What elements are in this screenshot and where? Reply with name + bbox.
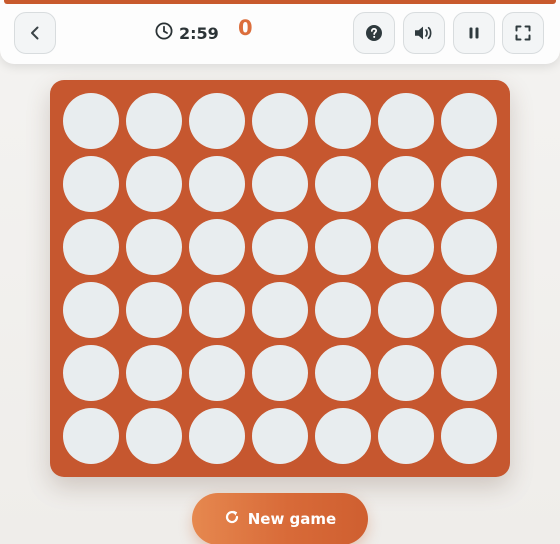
board-cell[interactable]	[441, 219, 497, 275]
restart-icon	[224, 509, 240, 529]
board-cell[interactable]	[441, 282, 497, 338]
board-cell[interactable]	[378, 156, 434, 212]
board-cell[interactable]	[252, 408, 308, 464]
back-button[interactable]	[14, 12, 56, 54]
new-game-button[interactable]: New game	[192, 493, 368, 544]
board-cell[interactable]	[315, 156, 371, 212]
board-cell[interactable]	[378, 219, 434, 275]
pause-button[interactable]	[453, 12, 495, 54]
board-cell[interactable]	[126, 156, 182, 212]
board-cell[interactable]	[63, 282, 119, 338]
board-cell[interactable]	[189, 408, 245, 464]
speaker-icon	[413, 24, 435, 42]
board-cell[interactable]	[189, 93, 245, 149]
board-cell[interactable]	[441, 408, 497, 464]
board-cell[interactable]	[63, 156, 119, 212]
board-cell[interactable]	[315, 345, 371, 401]
question-icon	[365, 24, 383, 42]
board-cell[interactable]	[189, 156, 245, 212]
board-cell[interactable]	[252, 345, 308, 401]
board-cell[interactable]	[315, 282, 371, 338]
board-cell[interactable]	[378, 282, 434, 338]
pause-icon	[467, 26, 481, 40]
board-cell[interactable]	[252, 219, 308, 275]
board-cell[interactable]	[441, 156, 497, 212]
board-cell[interactable]	[126, 282, 182, 338]
board-cell[interactable]	[378, 345, 434, 401]
sound-button[interactable]	[403, 12, 445, 54]
fullscreen-button[interactable]	[502, 12, 544, 54]
board-cell[interactable]	[126, 408, 182, 464]
new-game-label: New game	[247, 510, 337, 528]
board-cell[interactable]	[252, 93, 308, 149]
board-cell[interactable]	[126, 345, 182, 401]
progress-accent-bar	[4, 0, 556, 4]
board-cell[interactable]	[378, 93, 434, 149]
board-cell[interactable]	[441, 93, 497, 149]
clock-icon	[155, 22, 173, 44]
board-cell[interactable]	[189, 282, 245, 338]
board-cell[interactable]	[126, 93, 182, 149]
board-cell[interactable]	[315, 93, 371, 149]
fullscreen-icon	[515, 25, 531, 41]
board-cell[interactable]	[63, 408, 119, 464]
score-value: 0	[238, 16, 253, 40]
board-cell[interactable]	[378, 408, 434, 464]
board-cell[interactable]	[252, 156, 308, 212]
board-cell[interactable]	[63, 93, 119, 149]
top-bar: 2:59 0	[0, 0, 560, 64]
chevron-left-icon	[27, 25, 43, 41]
timer-value: 2:59	[179, 23, 219, 43]
board-cell[interactable]	[63, 219, 119, 275]
board-cell[interactable]	[189, 219, 245, 275]
board-cell[interactable]	[441, 345, 497, 401]
help-button[interactable]	[353, 12, 395, 54]
timer: 2:59	[155, 20, 219, 46]
board-cell[interactable]	[189, 345, 245, 401]
board-cell[interactable]	[252, 282, 308, 338]
board-cell[interactable]	[315, 408, 371, 464]
board-cell[interactable]	[315, 219, 371, 275]
board-cell[interactable]	[63, 345, 119, 401]
game-board	[50, 80, 510, 477]
board-cell[interactable]	[126, 219, 182, 275]
